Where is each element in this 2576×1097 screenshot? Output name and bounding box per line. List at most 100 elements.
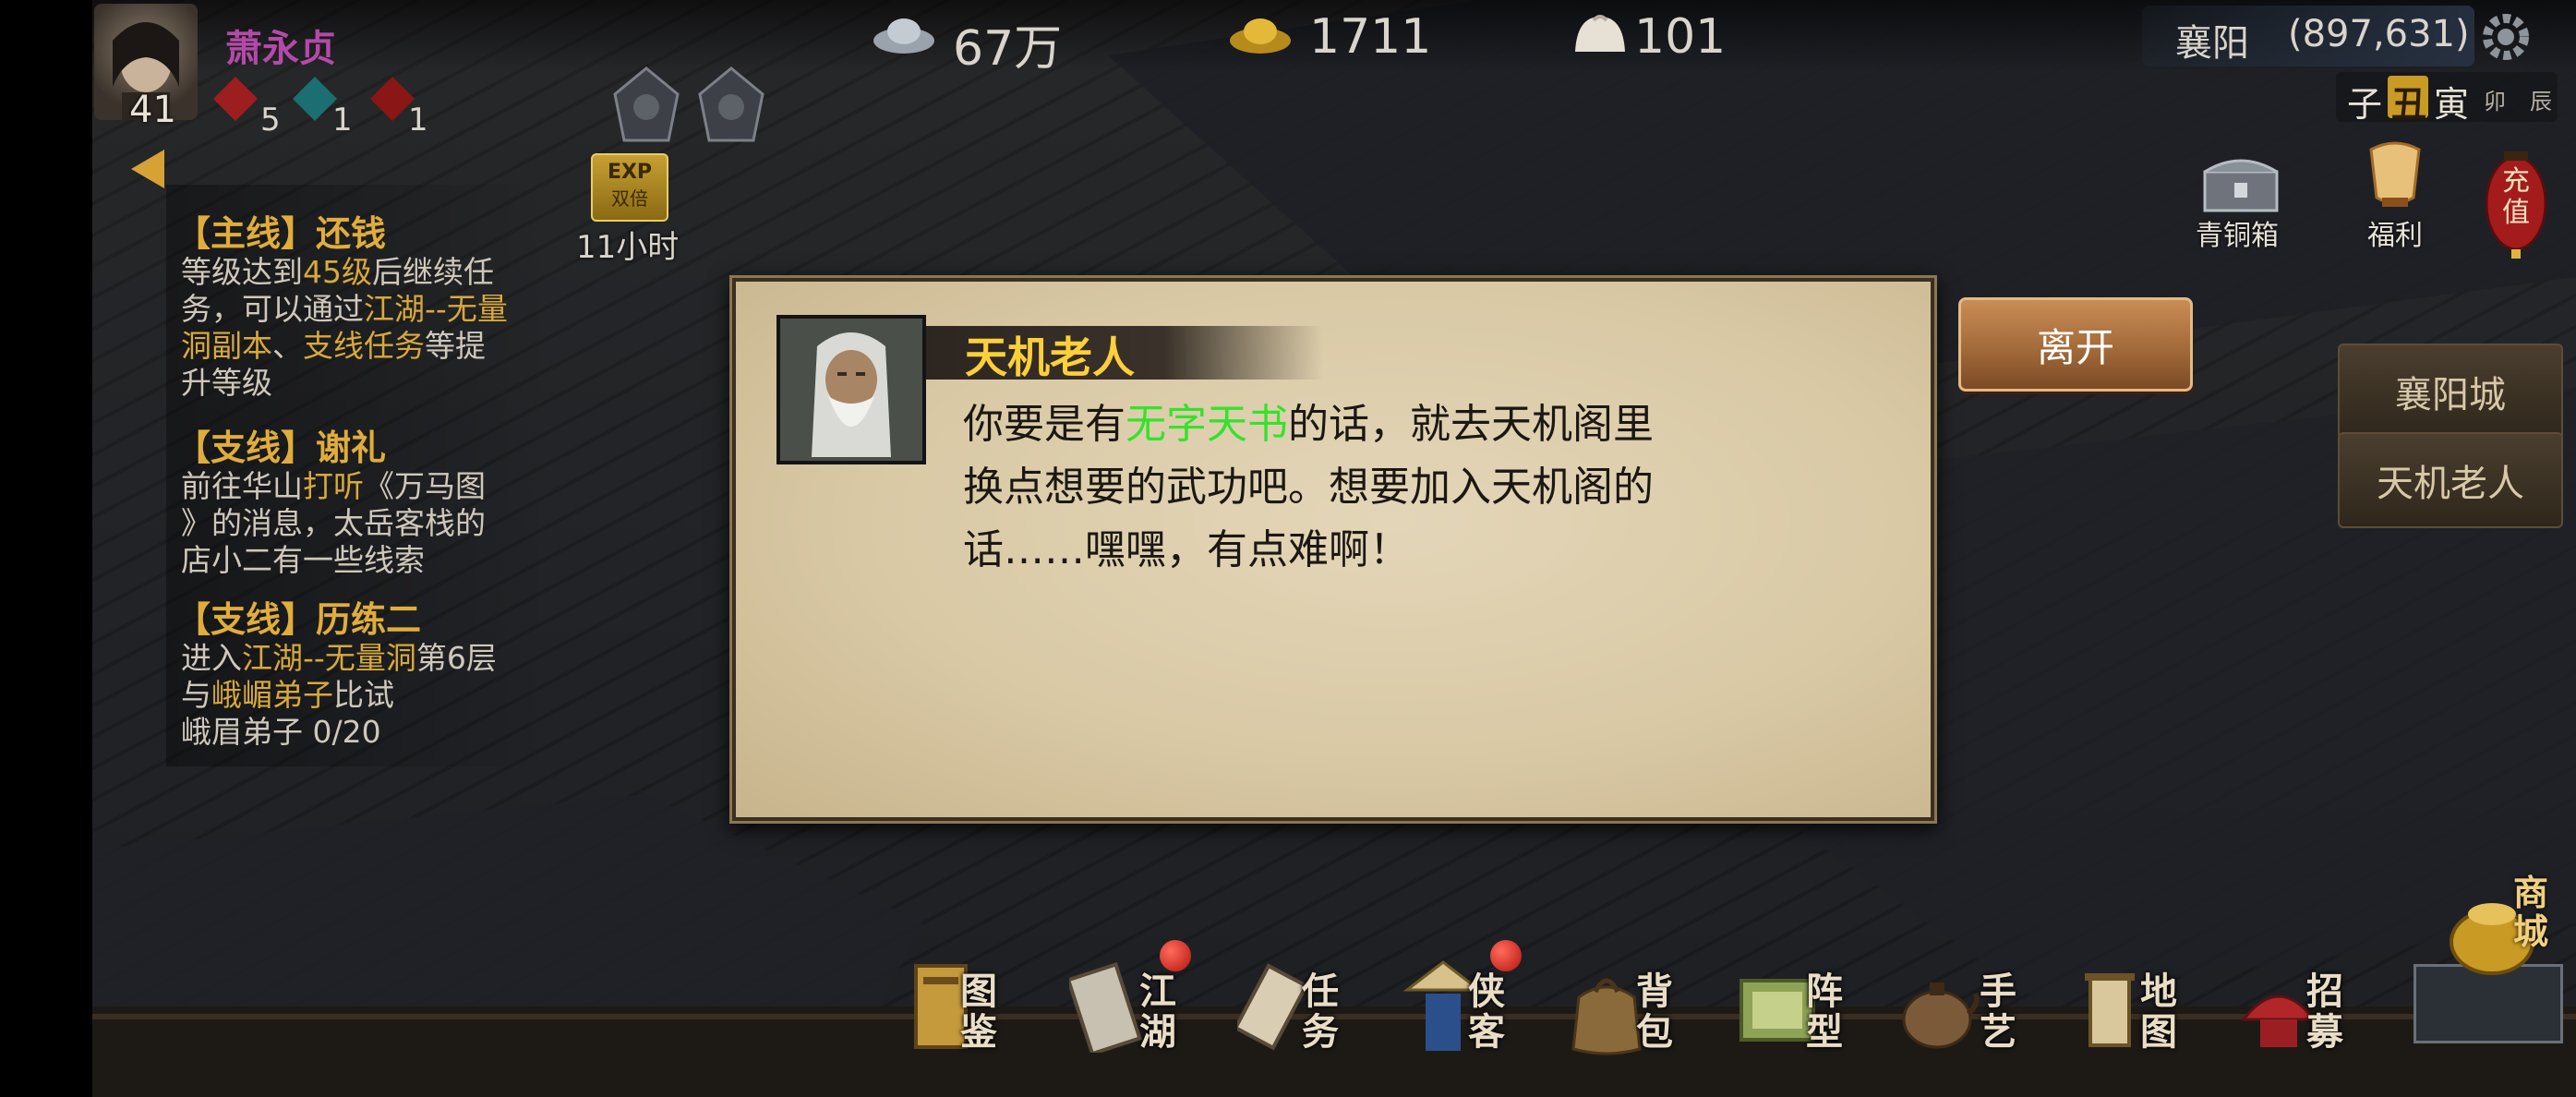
menu-hero-label[interactable]: 侠 客 [1468,971,1511,1053]
gold-amount: 1711 [1309,9,1432,65]
time-zi: 子 [2347,84,2383,125]
side-button-xiangyang[interactable]: 襄阳城 [2338,344,2563,440]
side-button-tianji[interactable]: 天机老人 [2338,432,2563,528]
quest-main-line4: 升等级 [181,365,272,401]
welfare-label: 福利 [2367,220,2423,252]
bun-amount: 101 [1634,9,1727,65]
quest-side2-progress: 峨眉弟子 0/20 [181,714,381,750]
bag-icon[interactable] [1568,960,1645,1056]
location-city: 襄阳 [2175,22,2249,65]
task-scroll-icon[interactable] [1233,960,1311,1053]
quest-text: 比试 [333,677,394,713]
quest-main-line3: 洞副本、支线任务等提 [181,329,486,364]
gear-icon[interactable] [2480,11,2532,63]
lantern-icon-2[interactable] [698,66,764,146]
game-screen: 41 萧永贞 5 1 1 EXP 双倍 11小时 67万 1711 101 襄阳… [0,0,2576,1097]
bun-icon [1571,11,1629,61]
quest-side2-line1: 进入江湖--无量洞第6层 [181,641,497,676]
quest-text: 《万马图 [364,468,486,504]
quest-text: 与 [181,677,211,713]
bronze-chest-icon[interactable] [2201,153,2281,214]
shop-label[interactable]: 商城 [2513,874,2550,951]
quest-text: 等提 [425,328,486,364]
silver-amount: 67万 [953,21,1063,77]
time-yin: 寅 [2434,84,2470,125]
exp-label: EXP [607,161,653,184]
speaker-name: 天机老人 [965,332,1135,382]
menu-formation-text: 阵 型 [1806,970,1843,1054]
menu-encyclopedia-label[interactable]: 图 鉴 [960,971,1003,1053]
stat-value-3: 1 [408,102,428,139]
quest-side2-title[interactable]: 【支线】历练二 [175,591,421,642]
old-man-portrait-icon [780,319,922,461]
menu-jianghu-text: 江 湖 [1139,970,1176,1054]
dialog-text: 的话，就去天机阁里 [1288,401,1654,448]
quest-side1-line2: 》的消息，太岳客栈的 [181,505,486,541]
menu-task-label[interactable]: 任 务 [1302,971,1344,1053]
quest-level-highlight: 45级 [303,254,372,290]
exp-timer: 11小时 [576,229,680,266]
menu-task-text: 任 务 [1302,970,1339,1054]
silver-ingot-icon [872,11,936,57]
menu-recruit-text: 招 募 [2306,970,2343,1054]
menu-bag-label[interactable]: 背 包 [1636,971,1679,1053]
quest-link[interactable]: 洞副本 [181,328,272,364]
exp-sub: 双倍 [611,187,648,210]
quest-main-line2: 务，可以通过江湖--无量 [181,292,508,327]
notification-dot [1490,940,1522,971]
menu-map-text: 地 图 [2140,970,2177,1054]
welfare-lantern-icon[interactable] [2358,140,2432,214]
recharge-label: 充值 [2502,165,2530,229]
leave-button[interactable]: 离开 [1958,297,2193,392]
dialog-line3: 话……嘿嘿，有点难啊！ [963,526,1410,573]
quest-side2-line2: 与峨嵋弟子比试 [181,678,394,713]
quest-side1-line3: 店小二有一些线索 [181,542,425,578]
quest-text: 后继续任 [372,254,494,290]
quest-link[interactable]: 打听 [303,468,364,504]
time-chou: 丑 [2391,84,2427,125]
map-scroll-icon[interactable] [2077,970,2142,1053]
menu-craft-label[interactable]: 手 艺 [1980,971,2022,1053]
menu-jianghu-label[interactable]: 江 湖 [1139,971,1182,1053]
player-level: 41 [129,89,176,131]
time-mao: 卯 [2484,89,2506,115]
dialog-panel: 天机老人 你要是有无字天书的话，就去天机阁里 换点想要的武功吧。想要加入天机阁的… [729,275,1937,824]
time-chen: 辰 [2530,89,2552,115]
stat-value-2: 1 [332,102,353,139]
menu-hero-text: 侠 客 [1468,970,1505,1054]
dialog-line2: 换点想要的武功吧。想要加入天机阁的 [963,464,1654,511]
quest-text: 等级达到 [181,254,303,290]
exp-double-badge[interactable]: EXP 双倍 [591,153,668,222]
dialog-line1: 你要是有无字天书的话，就去天机阁里 [963,391,1654,450]
quest-main-line1: 等级达到45级后继续任 [181,255,494,290]
menu-bag-text: 背 包 [1636,970,1673,1054]
back-arrow-icon[interactable] [127,148,166,190]
quest-text: 、 [272,328,303,364]
quest-text: 前往华山 [181,468,303,504]
menu-encyclopedia-text: 图 鉴 [960,970,997,1054]
player-name: 萧永贞 [225,28,336,70]
dialog-text: 你要是有 [963,401,1125,448]
dialog-keyword: 无字天书 [1125,401,1288,448]
menu-formation-label[interactable]: 阵 型 [1806,971,1848,1053]
quest-link[interactable]: 江湖--无量洞 [242,640,416,676]
quest-main-title[interactable]: 【主线】还钱 [175,205,386,256]
jianghu-scroll-icon[interactable] [1065,960,1143,1056]
teapot-icon[interactable] [1895,966,1980,1055]
menu-map-label[interactable]: 地 图 [2140,971,2183,1053]
quest-text: 务，可以通过 [181,291,364,327]
quest-side1-title[interactable]: 【支线】谢礼 [175,419,386,470]
bronze-chest-label: 青铜箱 [2196,220,2279,252]
quest-side1-line1: 前往华山打听《万马图 [181,469,486,504]
lantern-icon[interactable] [613,66,680,146]
quest-text: 第6层 [415,640,497,676]
quest-link[interactable]: 峨嵋弟子 [211,677,333,713]
menu-recruit-label[interactable]: 招 募 [2306,971,2349,1053]
quest-link[interactable]: 支线任务 [303,328,425,364]
notification-dot [1160,940,1191,971]
quest-text: 进入 [181,640,242,676]
gold-ingot-icon [1228,11,1293,57]
speaker-portrait [776,315,926,464]
quest-link[interactable]: 江湖--无量 [364,291,508,327]
stat-value-1: 5 [260,102,281,139]
